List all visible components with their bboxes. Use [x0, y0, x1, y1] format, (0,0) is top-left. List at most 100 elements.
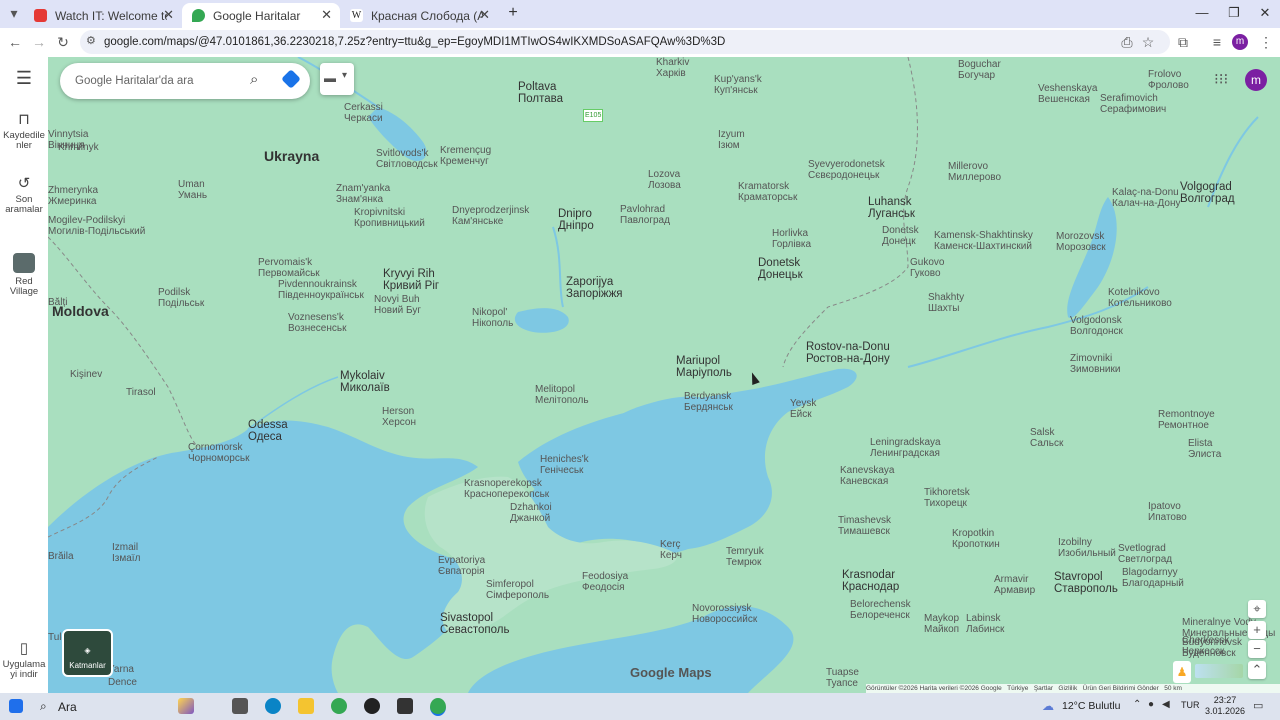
search-icon[interactable]: ⌕ — [40, 699, 47, 714]
city-label[interactable]: Dzhankoi Джанкой — [510, 502, 552, 524]
city-label[interactable]: Horlivka Горлівка — [772, 228, 811, 250]
city-label[interactable]: Remontnoye Ремонтное — [1158, 409, 1215, 431]
city-label[interactable]: Ipatovo Ипатово — [1148, 501, 1187, 523]
language-indicator[interactable]: TUR — [1181, 700, 1200, 710]
search-box[interactable]: Google Haritalar'da ara ⌕ — [60, 63, 310, 99]
terms-link[interactable]: Şartlar — [1034, 685, 1053, 692]
city-label[interactable]: Izyum Ізюм — [718, 129, 745, 151]
city-label[interactable]: Sivastopol Севастополь — [440, 612, 509, 636]
city-label[interactable]: Luhansk Луганськ — [868, 196, 915, 220]
zoom-out-button[interactable]: − — [1248, 640, 1266, 658]
city-label[interactable]: Znam'yanka Знам'янка — [336, 183, 390, 205]
city-label[interactable]: Svitlovods'k Світловодськ — [376, 148, 438, 170]
city-label[interactable]: Cerkassi Черкаси — [344, 102, 383, 124]
city-label[interactable]: Kerç Керч — [660, 539, 682, 561]
city-label[interactable]: Svetlograd Светлоград — [1118, 543, 1172, 565]
tab-google-maps[interactable]: Google Haritalar ✕ — [182, 3, 340, 28]
city-label[interactable]: Zaporijya Запоріжжя — [566, 276, 623, 300]
install-app-icon[interactable]: ⎙ — [1117, 34, 1137, 51]
sidebar-item-saved[interactable]: ⊓ Kaydedile nler — [0, 112, 48, 151]
city-label[interactable]: Kanevskaya Каневская — [840, 465, 894, 487]
city-label[interactable]: Salsk Сальск — [1030, 427, 1063, 449]
my-location-icon[interactable]: ⌖ — [1248, 600, 1266, 618]
place-category-chip[interactable]: ▬ ▾ — [320, 63, 354, 95]
windows-start-icon[interactable] — [9, 699, 23, 713]
city-label[interactable]: Kamensk-Shakhtinsky Каменск-Шахтинский — [934, 230, 1033, 252]
city-label[interactable]: Nikopol' Нікополь — [472, 307, 513, 329]
map-thumbnails[interactable] — [1195, 664, 1243, 678]
city-label[interactable]: Evpatoriya Євпаторія — [438, 555, 485, 577]
city-label[interactable]: Kişinev — [70, 369, 102, 380]
city-label[interactable]: Bălți — [48, 297, 67, 308]
city-label[interactable]: Gukovo Гуково — [910, 257, 944, 279]
tab-youtube[interactable]: Watch IT: Welcome to Derry Se ✕ — [24, 3, 182, 28]
city-label[interactable]: Mariupol Маріуполь — [676, 355, 732, 379]
feedback-link[interactable]: Ürün Geri Bildirimi Gönder — [1083, 685, 1159, 692]
google-apps-icon[interactable]: ⁝⁝⁝ — [1214, 70, 1228, 88]
city-label[interactable]: Tikhoretsk Тихорецк — [924, 487, 970, 509]
zoom-in-button[interactable]: + — [1248, 621, 1266, 639]
city-label[interactable]: Berdyansk Бердянськ — [684, 391, 733, 413]
city-label[interactable]: Dnyeprodzerjinsk Кам'янське — [452, 205, 529, 227]
app-icon[interactable] — [397, 698, 413, 714]
city-label[interactable]: Rostov-na-Donu Ростов-на-Дону — [806, 341, 890, 365]
city-label[interactable]: Tirasol — [126, 387, 156, 398]
profile-avatar[interactable]: m — [1232, 34, 1248, 50]
city-label[interactable]: Krasnoperekopsk Красноперекопськ — [464, 478, 549, 500]
city-label[interactable]: Lozova Лозова — [648, 169, 681, 191]
city-label[interactable]: Donetsk Донецьк — [758, 257, 803, 281]
city-label[interactable]: Kryvyi Rih Кривий Ріг — [383, 268, 439, 292]
url-text[interactable]: google.com/maps/@47.0101861,36.2230218,7… — [104, 36, 725, 48]
city-label[interactable]: Feodosiya Феодосія — [582, 571, 628, 593]
tab-list-icon[interactable]: ▾ — [4, 5, 24, 22]
city-label[interactable]: Donetsk Донецк — [882, 225, 919, 247]
city-label[interactable]: Shakhty Шахты — [928, 292, 964, 314]
city-label[interactable]: Heniches'k Генічеськ — [540, 454, 589, 476]
city-label[interactable]: Çornomorsk Чорноморськ — [188, 442, 249, 464]
copilot-icon[interactable] — [178, 698, 194, 714]
volume-icon[interactable]: ◀ — [1162, 699, 1170, 710]
taskbar-search[interactable]: Ara — [58, 700, 77, 714]
reload-icon[interactable]: ↻ — [53, 34, 73, 51]
city-label[interactable]: Blagodarnyy Благодарный — [1122, 567, 1184, 589]
city-label[interactable]: Morozovsk Морозовск — [1056, 231, 1106, 253]
edge-icon[interactable] — [265, 698, 281, 714]
city-label[interactable]: Kalaç-na-Donu Калач-на-Дону — [1112, 187, 1181, 209]
tab-wikipedia[interactable]: W Красная Слобода (Азербайдж ✕ — [340, 3, 498, 28]
city-label[interactable]: Simferopol Сімферополь — [486, 579, 549, 601]
close-window-icon[interactable]: ✕ — [1250, 5, 1280, 21]
extensions-icon[interactable]: ⧉ — [1173, 34, 1193, 51]
city-label[interactable]: Maykop Майкоп — [924, 613, 959, 635]
city-label[interactable]: Pivdennoukrainsk Південноукраїнськ — [278, 279, 364, 301]
city-label[interactable]: Brăila — [48, 551, 74, 562]
account-avatar[interactable]: m — [1245, 69, 1267, 91]
app-icon[interactable] — [364, 698, 380, 714]
city-label[interactable]: Melitopol Мелітополь — [535, 384, 589, 406]
close-tab-icon[interactable]: ✕ — [163, 7, 174, 23]
city-label[interactable]: Voznesens'k Вознесенськ — [288, 312, 346, 334]
region-link[interactable]: Türkiye — [1007, 685, 1028, 692]
city-label[interactable]: Kropotkin Кропоткин — [952, 528, 1000, 550]
city-label[interactable]: Dence — [108, 677, 137, 688]
forward-icon[interactable]: → — [29, 34, 49, 50]
notifications-icon[interactable]: ▭ — [1253, 699, 1263, 712]
city-label[interactable]: Kup'yans'k Куп'янськ — [714, 74, 762, 96]
clock[interactable]: 23:27 3.01.2026 — [1205, 695, 1245, 717]
city-label[interactable]: Volgodonsk Волгодонск — [1070, 315, 1123, 337]
site-info-icon[interactable]: ⚙ — [86, 34, 96, 47]
sidebar-item-get-app[interactable]: ▯ Uygulama yi indir — [0, 641, 48, 680]
city-label[interactable]: Zimovniki Зимовники — [1070, 353, 1120, 375]
city-label[interactable]: Kropivnitski Кропивницький — [354, 207, 425, 229]
back-icon[interactable]: ← — [5, 34, 25, 50]
map-canvas[interactable]: Ukrayna Moldova E105 Poltava Полтава Cerka… — [48, 57, 1280, 693]
city-label[interactable]: Mykolaiv Миколаїв — [340, 370, 390, 394]
street-view-pegman-icon[interactable]: ♟ — [1173, 661, 1191, 683]
city-label[interactable]: Novyi Buh Новий Буг — [374, 294, 421, 316]
city-label[interactable]: Volgograd Волгоград — [1180, 181, 1235, 205]
privacy-link[interactable]: Gizlilik — [1058, 685, 1077, 692]
chevron-down-icon[interactable]: ▾ — [342, 70, 347, 81]
more-menu-icon[interactable]: ⋮ — [1256, 34, 1276, 51]
collapse-icon[interactable]: ⌃ — [1248, 661, 1266, 679]
city-label[interactable]: Khmilnyk — [58, 142, 99, 153]
file-explorer-icon[interactable] — [298, 698, 314, 714]
